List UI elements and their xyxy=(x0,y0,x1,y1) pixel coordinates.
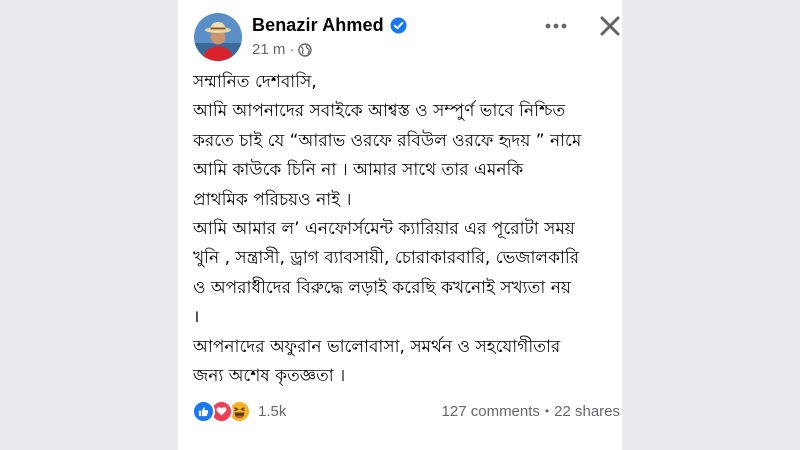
post-meta: 21 m · xyxy=(252,41,313,58)
verified-badge-icon xyxy=(390,17,407,34)
shares-count-link[interactable]: 22 shares xyxy=(554,403,620,420)
post-line: খুনি , সন্ত্রাসী, ড্রাগ ব্যাবসায়ী, চোরা… xyxy=(193,248,580,269)
reaction-count: 1.5k xyxy=(258,402,287,420)
post-line: আমি আপনাদের সবাইকে আশ্বস্ত ও সম্পুর্ণ ভা… xyxy=(193,101,566,122)
post-line: । xyxy=(193,307,200,328)
post-line: আমি আমার ল’ এনফোর্সমেন্ট ক্যারিয়ার এর প… xyxy=(193,219,575,240)
author-name[interactable]: Benazir Ahmed xyxy=(252,15,384,36)
post-time[interactable]: 21 m xyxy=(252,41,285,58)
meta-separator: · xyxy=(289,41,295,58)
more-options-button[interactable] xyxy=(542,12,570,40)
post-line: প্রাথমিক পরিচয়ও নাই । xyxy=(193,189,352,210)
post-line: সম্মানিত দেশবাসি, xyxy=(193,72,317,92)
post-text: সম্মানিত দেশবাসি, আমি আপনাদের সবাইকে আশ্… xyxy=(193,68,618,391)
reaction-icons xyxy=(192,399,251,423)
globe-icon[interactable] xyxy=(298,42,313,57)
reactions-summary[interactable]: 1.5k xyxy=(192,399,287,423)
stats-separator: • xyxy=(544,404,550,418)
post-line: জন্য অশেষ কৃতজ্ঞতা । xyxy=(193,366,346,387)
engagement-bar: 1.5k 127 comments • 22 shares xyxy=(192,399,620,423)
comments-count-link[interactable]: 127 comments xyxy=(442,403,540,420)
avatar-image xyxy=(194,13,242,61)
post-line: ও অপরাধীদের বিরুদ্ধে লড়াই করেছি কখনোই স… xyxy=(193,277,571,298)
close-button[interactable] xyxy=(596,12,624,40)
more-dots-icon xyxy=(545,23,567,29)
author-avatar[interactable] xyxy=(194,13,242,61)
post-line: আমি কাউকে চিনি না । আমার সাথে তার এমনকি xyxy=(193,160,524,181)
comment-share-stats: 127 comments • 22 shares xyxy=(442,403,620,420)
author-row: Benazir Ahmed xyxy=(252,15,407,36)
close-icon xyxy=(600,16,620,36)
post-card: Benazir Ahmed 21 m · সম্মানিত দেশবাসি, আ… xyxy=(178,0,622,450)
like-icon xyxy=(192,399,215,423)
post-line: আপনাদের অফুরান ভালোবাসা, সমর্থন ও সহযোগী… xyxy=(193,336,561,357)
post-line: করতে চাই যে “আরাভ ওরফে রবিউল ওরফে হৃদয় … xyxy=(193,130,582,151)
